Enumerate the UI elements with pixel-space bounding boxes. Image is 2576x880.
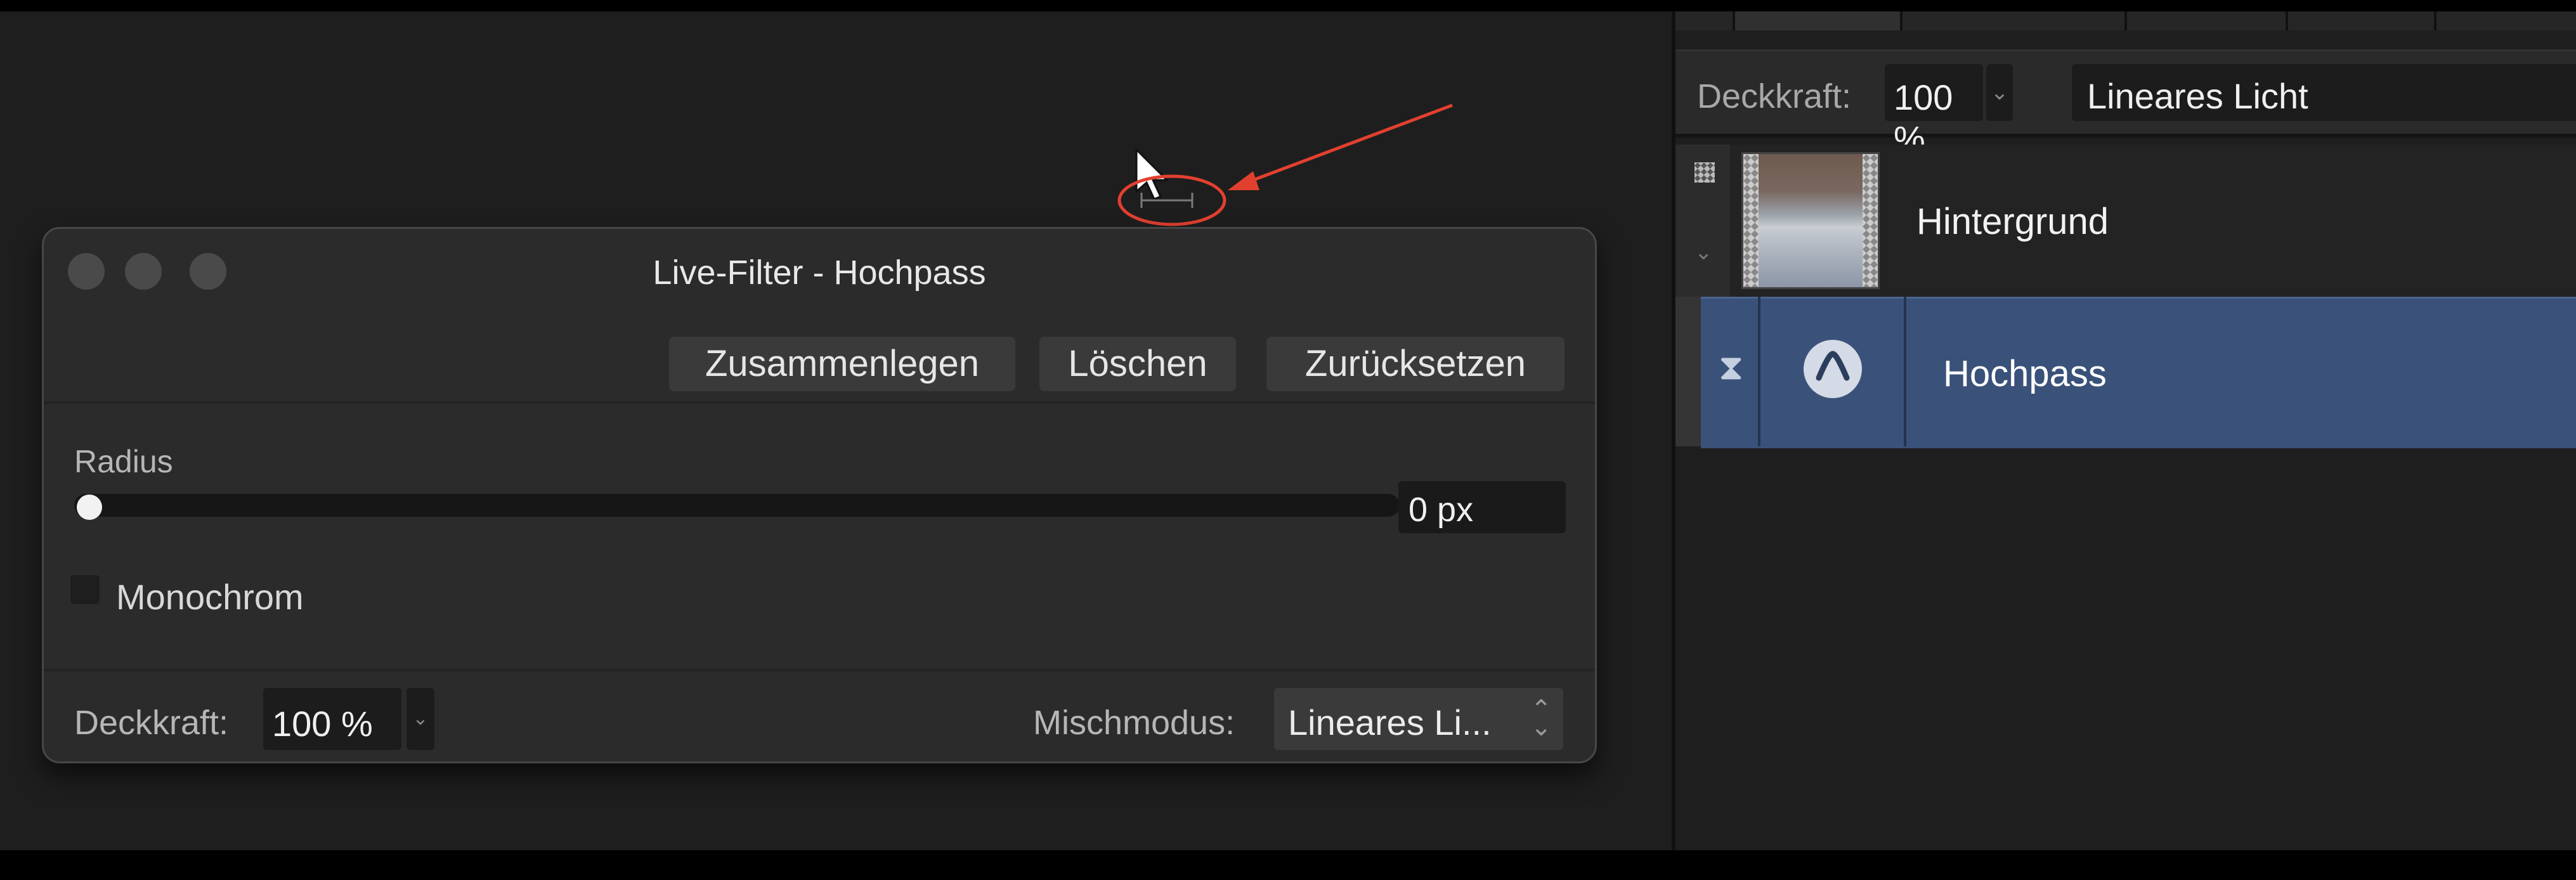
dialog-blend-mode-value: Lineares Li... bbox=[1288, 702, 1492, 742]
divider bbox=[44, 401, 1595, 404]
updown-arrows-icon: ⌃ ⌄ bbox=[1530, 696, 1552, 741]
reset-button[interactable]: Zurücksetzen bbox=[1266, 337, 1564, 391]
delete-button[interactable]: Löschen bbox=[1039, 337, 1236, 391]
blend-mode-label: Mischmodus: bbox=[1033, 704, 1235, 742]
dialog-opacity-dropdown-button[interactable]: ⌄ bbox=[407, 688, 434, 750]
annotation-arrow bbox=[1242, 103, 1453, 186]
divider bbox=[44, 669, 1595, 671]
radius-value: 0 px bbox=[1408, 491, 1474, 529]
radius-label: Radius bbox=[74, 444, 173, 479]
radius-input[interactable]: 0 px bbox=[1398, 481, 1566, 533]
radius-slider[interactable] bbox=[74, 494, 1400, 517]
dialog-opacity-field[interactable]: 100 % bbox=[263, 688, 401, 750]
monochrome-checkbox[interactable] bbox=[70, 575, 100, 604]
dialog-blend-mode-select[interactable]: Lineares Li... ⌃ ⌄ bbox=[1274, 688, 1563, 750]
dialog-opacity-value: 100 % bbox=[272, 704, 373, 744]
dialog-opacity-label: Deckkraft: bbox=[74, 704, 229, 742]
merge-button[interactable]: Zusammenlegen bbox=[669, 337, 1015, 391]
dialog-title: Live-Filter - Hochpass bbox=[653, 254, 986, 292]
monochrome-label: Monochrom bbox=[116, 577, 304, 617]
radius-slider-thumb[interactable] bbox=[77, 495, 102, 520]
live-filter-dialog: Live-Filter - Hochpass Zusammenlegen Lös… bbox=[42, 227, 1597, 763]
chevron-down-icon: ⌄ bbox=[412, 708, 429, 729]
